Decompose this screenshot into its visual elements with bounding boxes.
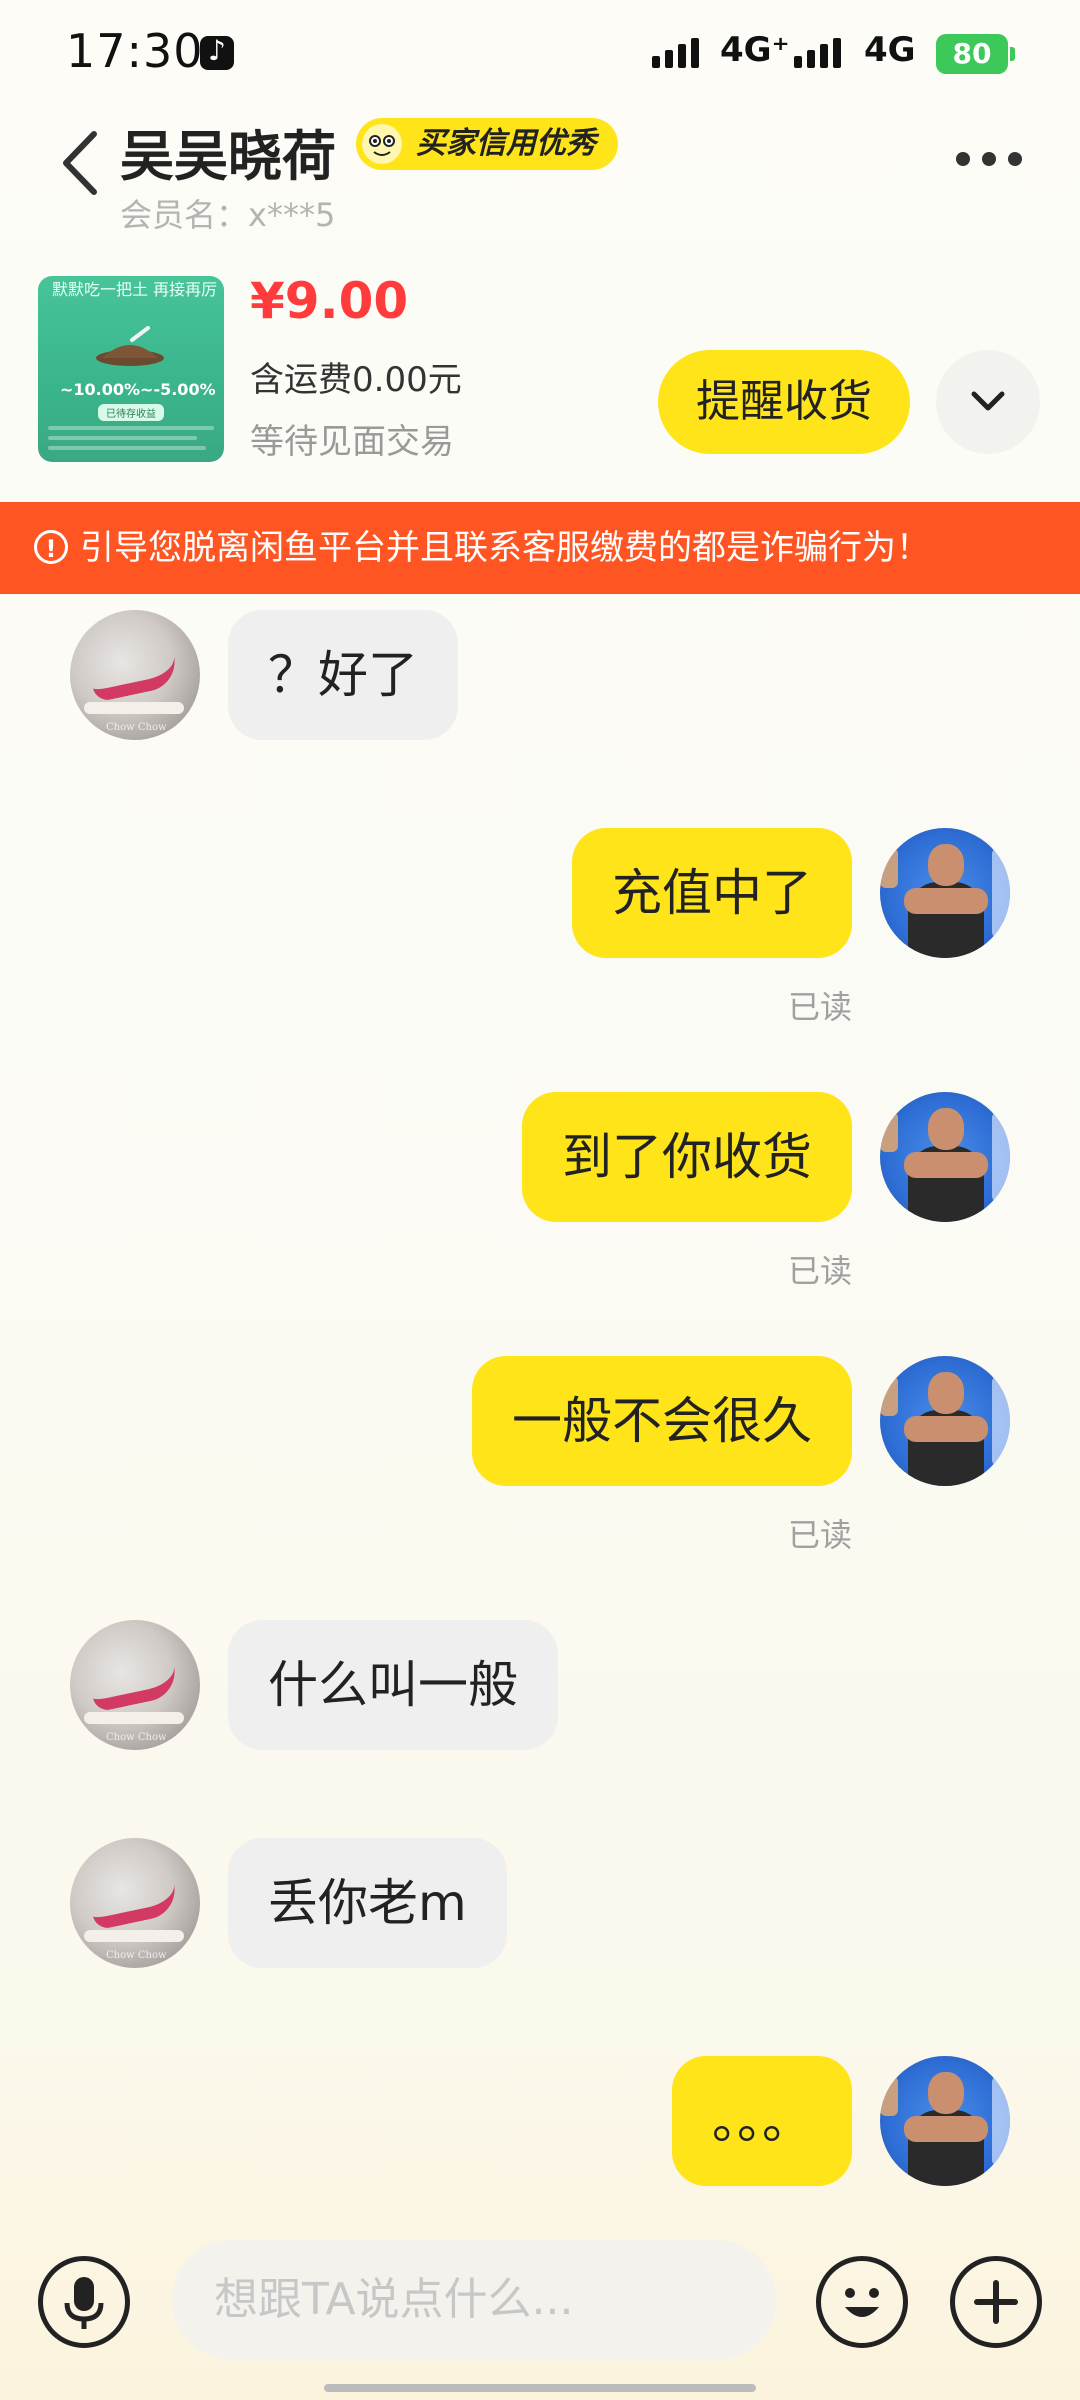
smiley-icon	[362, 124, 402, 164]
message-bubble-outgoing[interactable]: 。。。	[672, 2056, 852, 2186]
message-bubble-outgoing[interactable]: 充值中了	[572, 828, 852, 958]
message-bubble-incoming[interactable]: ？好了	[228, 610, 458, 740]
more-icon[interactable]	[956, 152, 1022, 166]
plus-icon[interactable]	[950, 2256, 1042, 2348]
back-icon[interactable]	[58, 128, 102, 198]
message-bubble-outgoing[interactable]: 到了你收货	[522, 1092, 852, 1222]
home-indicator[interactable]	[324, 2384, 756, 2392]
status-bar: 17:30 4G⁺ 4G 80	[0, 0, 1080, 100]
my-avatar[interactable]	[880, 828, 1010, 958]
microphone-icon[interactable]	[38, 2256, 130, 2348]
signal-icon	[652, 38, 699, 68]
thumbnail-tag: 已待存收益	[98, 404, 164, 421]
battery-indicator: 80	[936, 34, 1015, 74]
read-status: 已读	[787, 988, 852, 1026]
fraud-warning-text: 引导您脱离闲鱼平台并且联系客服缴费的都是诈骗行为！	[80, 528, 930, 568]
product-price: ¥9.00	[250, 272, 409, 330]
message-input[interactable]: 想跟TA说点什么...	[172, 2240, 776, 2360]
chat-title[interactable]: 吴吴晓荷	[120, 112, 336, 191]
credit-badge[interactable]: 买家信用优秀	[356, 118, 618, 170]
contact-avatar[interactable]: Chow Chow	[70, 610, 200, 740]
dirt-pile-icon	[96, 326, 164, 366]
status-time: 17:30	[66, 24, 204, 78]
emoji-icon[interactable]	[816, 2256, 908, 2348]
fraud-warning-banner: 引导您脱离闲鱼平台并且联系客服缴费的都是诈骗行为！	[0, 502, 1080, 595]
my-avatar[interactable]	[880, 2056, 1010, 2186]
read-status: 已读	[787, 1516, 852, 1554]
shipping-fee: 含运费0.00元	[250, 360, 462, 400]
signal-icon	[794, 38, 841, 68]
alert-icon	[34, 503, 68, 595]
read-status: 已读	[787, 1252, 852, 1290]
credit-badge-label: 买家信用优秀	[416, 126, 596, 161]
my-avatar[interactable]	[880, 1092, 1010, 1222]
thumbnail-percent: ~10.00%~-5.00%	[60, 380, 216, 399]
message-bubble-outgoing[interactable]: 一般不会很久	[472, 1356, 852, 1486]
chevron-down-icon	[971, 391, 1005, 411]
message-bubble-incoming[interactable]: 什么叫一般	[228, 1620, 558, 1750]
tiktok-icon	[200, 34, 234, 70]
my-avatar[interactable]	[880, 1356, 1010, 1486]
remind-receipt-button[interactable]: 提醒收货	[658, 350, 910, 454]
message-bubble-incoming[interactable]: 丢你老m	[228, 1838, 507, 1968]
trade-status: 等待见面交易	[250, 422, 454, 462]
contact-avatar[interactable]: Chow Chow	[70, 1620, 200, 1750]
network-label-2: 4G	[864, 30, 916, 70]
thumbnail-text-lines	[48, 426, 214, 456]
product-thumbnail[interactable]: 默默吃一把土 再接再厉 ~10.00%~-5.00% 已待存收益	[38, 276, 224, 462]
member-name: 会员名：x***5	[120, 196, 336, 234]
network-label-1: 4G⁺	[720, 30, 790, 70]
expand-button[interactable]	[936, 350, 1040, 454]
thumbnail-caption: 默默吃一把土 再接再厉	[52, 280, 218, 299]
contact-avatar[interactable]: Chow Chow	[70, 1838, 200, 1968]
